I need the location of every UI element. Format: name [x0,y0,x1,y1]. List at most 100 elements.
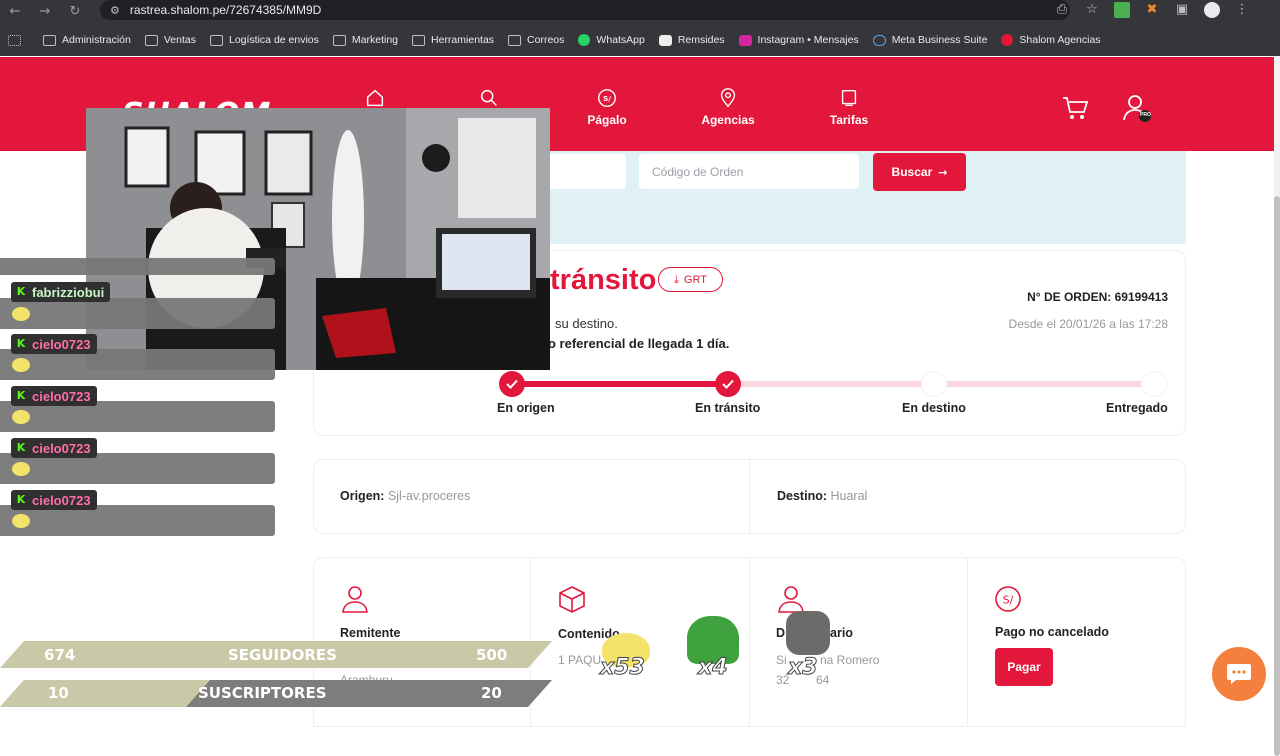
download-icon: ⤓ [674,272,679,286]
bookmark-shalom[interactable]: Shalom Agencias [1001,34,1101,46]
chat-bubble-icon [1227,664,1251,684]
search-icon [480,89,497,106]
svg-text:S/: S/ [603,94,611,103]
browser-chrome: ← → ↻ ⚙ rastrea.shalom.pe/72674385/MM9D … [0,0,1280,56]
check-icon [722,379,734,389]
search-button[interactable]: Buscar → [873,153,966,191]
pay-button[interactable]: Pagar [995,648,1053,686]
install-app-icon[interactable]: ⎙ [1054,2,1070,18]
origin-row: Origen: Sjl-av.proceres [340,489,470,503]
back-icon[interactable]: ← [0,4,30,19]
bookmark-herramientas[interactable]: Herramientas [412,34,494,46]
nav-label: Agencias [701,113,755,127]
profile-icon[interactable] [1204,2,1220,18]
kick-icon: K [16,285,26,298]
grt-download-button[interactable]: ⤓ GRT [658,267,723,292]
url-text: rastrea.shalom.pe/72674385/MM9D [129,3,322,17]
bookmark-label: Correos [527,34,565,46]
menu-kebab-icon[interactable]: ⋮ [1234,2,1250,18]
step-label-delivered: Entregado [1106,401,1168,415]
nav-tarifas[interactable]: Tarifas [804,87,894,127]
emote-count: x4 [698,655,728,681]
bookmark-meta[interactable]: Meta Business Suite [872,34,987,46]
step-transit-dot [715,371,741,397]
bookmark-marketing[interactable]: Marketing [332,34,398,46]
soles-payment-icon: S/ [995,586,1021,612]
bookmark-label: Logística de envios [229,34,319,46]
bookmark-correos[interactable]: Correos [508,34,564,46]
cart-icon[interactable] [1061,95,1089,121]
remsides-icon [658,34,672,46]
apps-grid-icon[interactable] [8,34,27,46]
bookmark-label: Shalom Agencias [1019,34,1101,46]
search-field-partial[interactable] [550,154,626,189]
instagram-icon [738,34,752,46]
user-account-button[interactable]: PRO [1122,93,1152,128]
bookmark-label: Instagram • Mensajes [757,34,859,46]
nav-pagalo[interactable]: S/ Págalo [562,87,652,127]
chat-username-tag: K fabrizziobui [11,282,111,302]
recipient-card [749,557,968,727]
chat-username-tag: K cielo0723 [11,490,97,510]
chat-username-tag: K cielo0723 [11,334,97,354]
soles-icon: S/ [598,89,616,107]
kick-icon: K [16,337,26,350]
emote-icon [12,358,30,372]
recipient-phone-end: 64 [816,673,830,687]
extension-green-icon[interactable] [1114,2,1130,18]
extensions-puzzle-icon[interactable]: ▣ [1174,2,1190,18]
bookmark-star-icon[interactable]: ☆ [1084,2,1100,18]
bookmark-remsides[interactable]: Remsides [658,34,725,46]
site-info-icon[interactable]: ⚙ [110,4,120,17]
recipient-title-end: ario [830,626,853,640]
home-icon [366,89,384,107]
content-value: 1 PAQU [558,653,602,667]
chat-support-button[interactable] [1212,647,1266,701]
status-eta: o referencial de llegada 1 día. [548,336,730,351]
page-scrollbar[interactable] [1274,56,1280,756]
folder-icon [43,34,56,46]
extension-orange-icon[interactable]: ✖ [1144,2,1160,18]
emote-count: x53 [600,655,646,681]
order-code-input[interactable] [639,154,859,189]
bookmark-whatsapp[interactable]: WhatsApp [578,34,645,46]
nav-label: Tarifas [829,113,869,127]
nav-agencias[interactable]: Agencias [683,87,773,127]
sender-title: Remitente [340,626,401,640]
step-origin-dot [499,371,525,397]
folder-icon [508,34,522,46]
bookmark-instagram[interactable]: Instagram • Mensajes [738,34,859,46]
step-label-transit: En tránsito [695,401,761,415]
address-bar-row: ← → ↻ ⚙ rastrea.shalom.pe/72674385/MM9D … [0,0,1280,22]
followers-current: 674 [44,646,76,664]
url-field[interactable]: ⚙ rastrea.shalom.pe/72674385/MM9D [100,0,1070,20]
whatsapp-icon [578,34,591,46]
bookmark-administracion[interactable]: Administración [43,34,131,46]
origin-value: Sjl-av.proceres [387,489,471,503]
user-outline-icon [342,586,368,613]
kick-icon: K [16,389,26,402]
kick-icon: K [16,441,26,454]
recipient-name-start: Si [776,653,787,667]
forward-icon[interactable]: → [30,4,60,19]
destination-value: Huaral [830,489,868,503]
origin-label: Origen: [340,489,385,503]
folder-icon [144,34,158,46]
chat-message [0,298,275,329]
progress-fill [512,381,728,387]
bookmark-logistica[interactable]: Logística de envios [210,34,319,46]
emote-count: x3 [788,655,818,681]
emote-icon [12,514,30,528]
webcam-scene [86,108,550,370]
scrollbar-thumb[interactable] [1274,196,1280,756]
folder-icon [412,34,426,46]
bookmark-ventas[interactable]: Ventas [144,34,196,46]
browser-toolbar-icons: ⎙ ☆ ✖ ▣ ⋮ [1054,0,1250,20]
emote-icon [12,462,30,476]
subscribers-target: 20 [481,684,502,702]
step-label-origin: En origen [497,401,555,415]
step-label-destination: En destino [902,401,966,415]
package-icon [559,586,585,613]
reload-icon[interactable]: ↻ [60,4,90,19]
fish-emote-icon [786,611,830,655]
